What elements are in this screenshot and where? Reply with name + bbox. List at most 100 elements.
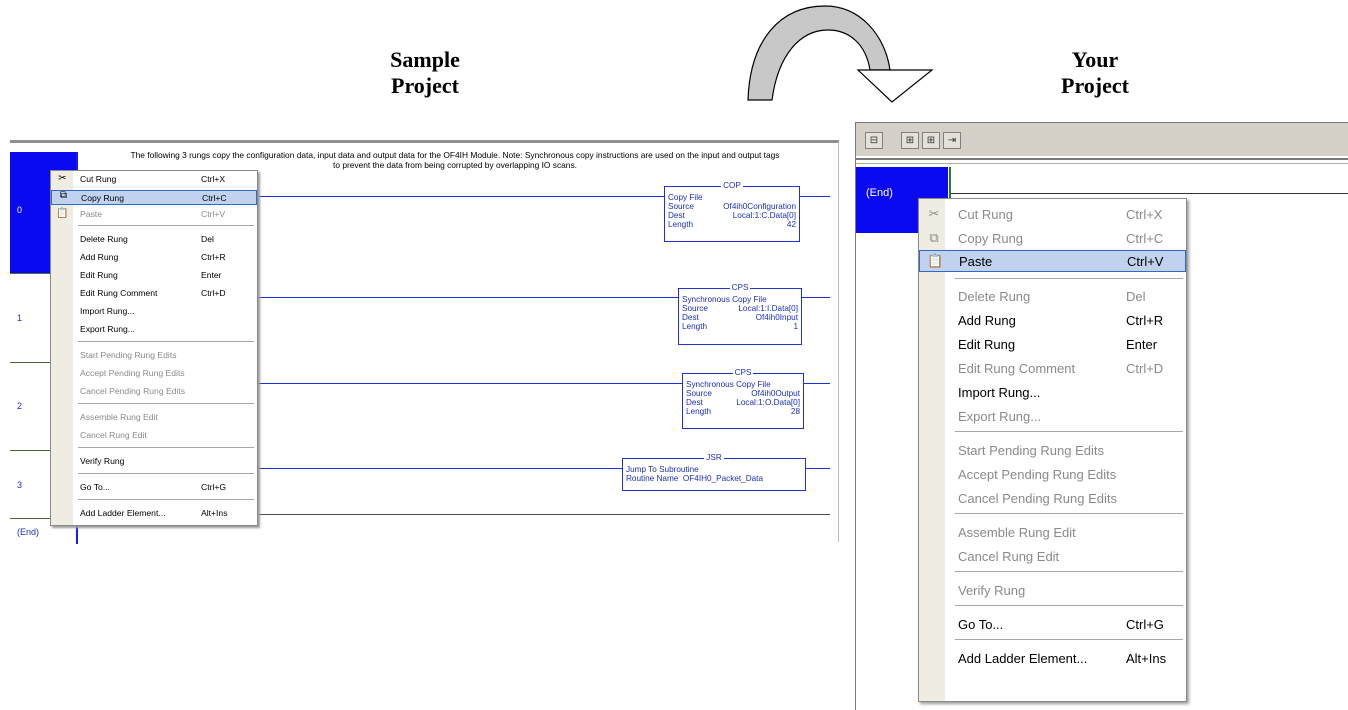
instruction-mnemonic: CPS — [729, 283, 751, 292]
operand-value[interactable]: 28 — [791, 407, 800, 416]
menu-separator — [78, 473, 254, 474]
cop-instruction[interactable]: COP Copy File Source Of4ih0Configuration … — [664, 181, 800, 242]
menu-item-shortcut: Ctrl+D — [201, 288, 226, 298]
menu-item-shortcut: Ctrl+R — [1126, 313, 1164, 328]
curved-arrow-icon — [747, 5, 934, 103]
menu-item-shortcut: Ctrl+D — [1126, 361, 1164, 376]
menu-item-shortcut: Ctrl+X — [201, 174, 226, 184]
menu-item-label: Edit Rung Comment — [958, 361, 1076, 376]
operand-value[interactable]: OF4IH0_Packet_Data — [683, 474, 763, 483]
menu-item-shortcut: Ctrl+R — [201, 252, 226, 262]
instruction-title: Copy File — [668, 193, 703, 202]
menu-separator — [78, 403, 254, 404]
operand-label: Length — [686, 407, 712, 416]
operand-label: Routine Name — [626, 474, 679, 483]
menu-item-shortcut: Ctrl+G — [1126, 617, 1164, 632]
menu-separator — [78, 499, 254, 500]
operand-label: Dest — [686, 398, 703, 407]
menu-item-label: Go To... — [80, 482, 110, 492]
operand-value[interactable]: Of4ih0Configuration — [723, 202, 796, 211]
instruction-title: Synchronous Copy File — [686, 380, 771, 389]
menu-item-shortcut: Enter — [201, 270, 222, 280]
operand-label: Length — [668, 220, 694, 229]
sample-ladder-window: 0 1 2 3 (End) The following 3 rungs copy… — [10, 140, 839, 544]
menu-separator — [955, 571, 1183, 572]
heading-line: Your — [1071, 47, 1119, 72]
menu-item-label: Cancel Rung Edit — [80, 430, 147, 440]
operand-value[interactable]: Local:1:I.Data[0] — [738, 304, 798, 313]
end-rung-wire — [951, 193, 1348, 194]
menu-separator — [955, 605, 1183, 606]
heading-line: Project — [391, 73, 459, 98]
menu-item-label: Cut Rung — [958, 207, 1013, 222]
operand-label: Length — [682, 322, 708, 331]
sample-project-heading: Sample Project — [370, 47, 480, 99]
copy-icon: ⧉ — [59, 190, 68, 201]
menu-item-label: Cancel Rung Edit — [958, 549, 1060, 564]
comment-line: to prevent the data from being corrupted… — [333, 160, 577, 170]
operand-label: Dest — [682, 313, 699, 322]
operand-value[interactable]: 1 — [793, 322, 798, 331]
cps-instruction[interactable]: CPS Synchronous Copy File Source Of4ih0Ou… — [682, 368, 804, 429]
menu-item-label: Export Rung... — [80, 324, 135, 334]
menu-item-label: Go To... — [958, 617, 1004, 632]
instruction-mnemonic: COP — [721, 181, 743, 190]
menu-item-shortcut: Alt+Ins — [201, 508, 228, 518]
menu-item-label: Accept Pending Rung Edits — [80, 368, 185, 378]
divider — [856, 163, 1348, 164]
menu-item-label: Edit Rung — [80, 270, 118, 280]
menu-separator — [955, 431, 1183, 432]
rung-context-menu: ✂ Cut Rung Ctrl+X ⧉ Copy Rung Ctrl+C 📋 Paste C… — [50, 170, 258, 526]
operand-label: Source — [682, 304, 708, 313]
operand-value[interactable]: 42 — [787, 220, 796, 229]
menu-item-label: Add Ladder Element... — [958, 651, 1088, 666]
menu-item-shortcut: Ctrl+G — [201, 482, 227, 492]
cps-instruction[interactable]: CPS Synchronous Copy File Source Local:1:… — [678, 283, 802, 345]
end-label: (End) — [17, 527, 40, 537]
menu-item-shortcut: Del — [1126, 289, 1146, 304]
menu-item-label: Cut Rung — [80, 174, 117, 184]
operand-value[interactable]: Local:1:O.Data[0] — [736, 398, 800, 407]
menu-item-shortcut: Ctrl+C — [202, 193, 227, 203]
menu-separator — [955, 278, 1183, 279]
operand-value[interactable]: Of4ih0Input — [756, 313, 798, 322]
operand-label: Dest — [668, 211, 685, 220]
branch-icon[interactable]: ⊞ — [901, 132, 919, 149]
menu-separator — [955, 639, 1183, 640]
menu-item-copy-rung[interactable]: ⧉ Copy Rung Ctrl+C — [51, 190, 257, 205]
heading-line: Project — [1061, 73, 1129, 98]
output-icon[interactable]: ⇥ — [943, 132, 961, 149]
menu-item-label: Accept Pending Rung Edits — [958, 467, 1117, 482]
menu-item-shortcut: Del — [201, 234, 214, 244]
menu-item-label: Start Pending Rung Edits — [80, 350, 177, 360]
menu-item-shortcut: Ctrl+C — [1126, 231, 1164, 246]
operand-value[interactable]: Of4ih0Output — [751, 389, 800, 398]
menu-separator — [78, 225, 254, 226]
menu-item-paste[interactable]: 📋 Paste Ctrl+V — [919, 250, 1186, 272]
menu-item-label: Verify Rung — [958, 583, 1026, 598]
menu-item-label: Copy Rung — [958, 231, 1024, 246]
menu-item-shortcut: Ctrl+V — [1127, 254, 1164, 269]
branch-level-icon[interactable]: ⊞ — [922, 132, 940, 149]
menu-item-shortcut: Ctrl+V — [201, 209, 226, 219]
operand-value[interactable]: Local:1:C.Data[0] — [733, 211, 796, 220]
jsr-instruction[interactable]: JSR Jump To Subroutine Routine Name OF4I… — [622, 453, 806, 491]
menu-item-label: Delete Rung — [958, 289, 1031, 304]
menu-item-label: Cancel Pending Rung Edits — [958, 491, 1117, 506]
menu-item-label: Cancel Pending Rung Edits — [80, 386, 186, 396]
copy-icon: ⧉ — [929, 230, 939, 245]
instruction-mnemonic: CPS — [732, 368, 754, 377]
rung-icon[interactable]: ⊟ — [865, 132, 883, 149]
end-label: (End) — [866, 187, 893, 199]
rung-number-label: 1 — [17, 312, 23, 323]
menu-item-label: Export Rung... — [958, 409, 1042, 424]
menu-item-label: Add Rung — [80, 252, 119, 262]
your-ladder-window: ⊟ ⊞ ⊞ ⇥ (End) ✂ Cut Rung Ctrl+X ⧉ Copy Rung… — [855, 122, 1348, 710]
rung-number-label: 0 — [17, 205, 23, 216]
paste-icon: 📋 — [56, 208, 69, 219]
menu-item-label: Assemble Rung Edit — [80, 412, 158, 422]
comment-line: The following 3 rungs copy the configura… — [130, 150, 780, 160]
rung-context-menu: ✂ Cut Rung Ctrl+X ⧉ Copy Rung Ctrl+C 📋 Paste C… — [918, 198, 1187, 702]
menu-item-shortcut: Ctrl+X — [1126, 207, 1163, 222]
menu-item-label: Add Rung — [958, 313, 1016, 328]
